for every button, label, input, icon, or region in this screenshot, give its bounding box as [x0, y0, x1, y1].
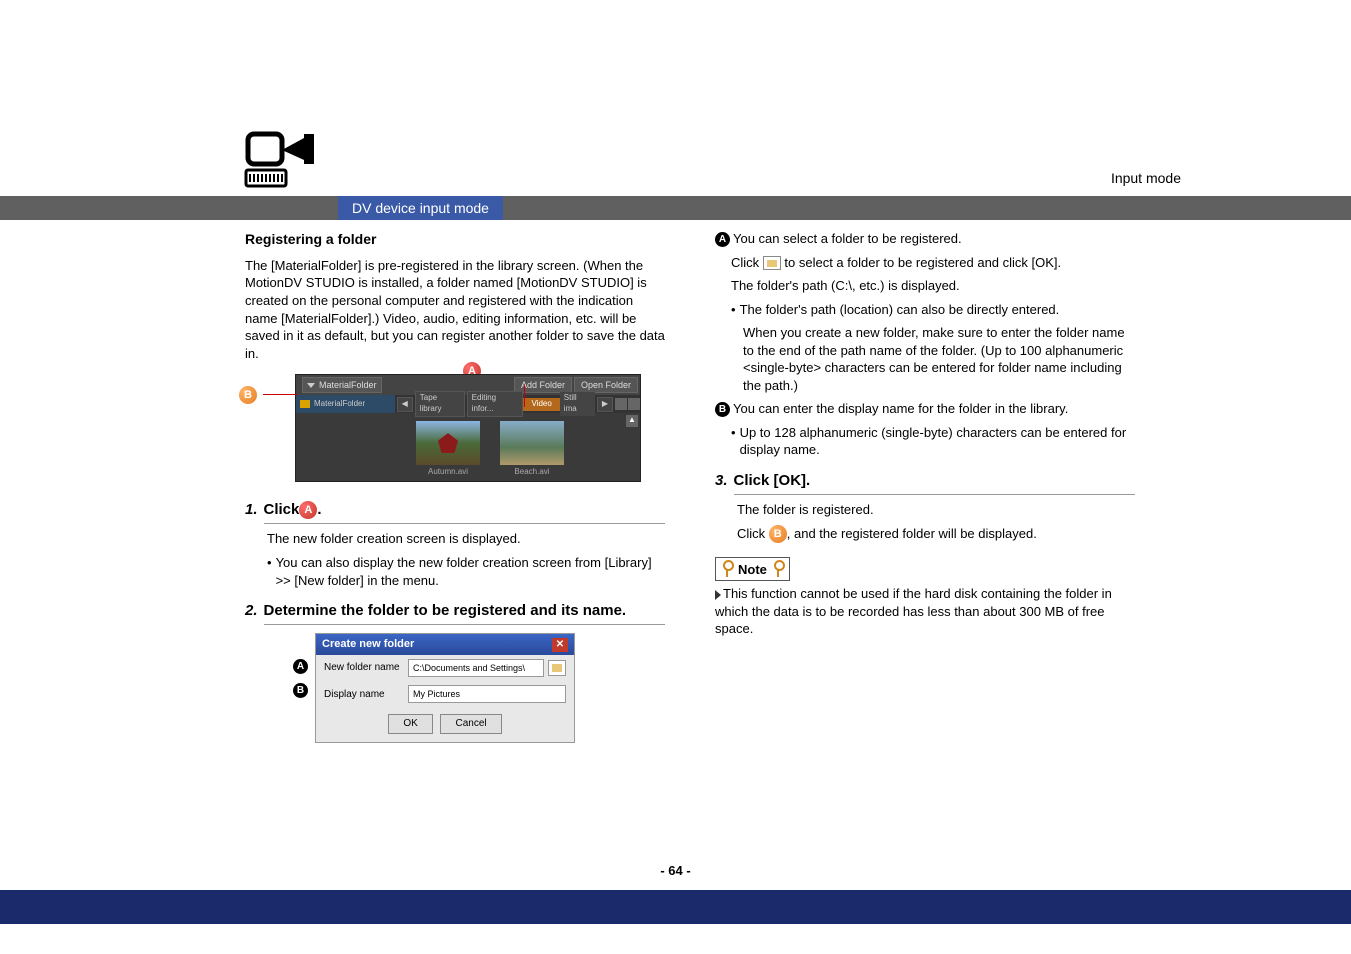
dialog-screenshot: A B Create new folder✕ New folder name C… [315, 633, 665, 743]
item-a-click: Click to select a folder to be registere… [731, 254, 1135, 272]
display-name-label: Display name [324, 688, 408, 702]
dialog-title-bar: Create new folder ✕ [316, 634, 574, 655]
thumbnail-caption: Beach.avi [500, 467, 564, 478]
tab-still-image[interactable]: Still ima [560, 392, 595, 416]
view-icon-2[interactable] [628, 398, 640, 410]
triangle-right-icon [715, 590, 721, 600]
step-3-desc: The folder is registered. [737, 501, 1135, 519]
browse-folder-button[interactable] [548, 660, 566, 676]
item-a: A You can select a folder to be register… [715, 230, 1135, 248]
step-2-label: Determine the folder to be registered an… [264, 601, 665, 625]
a-badge-icon: A [299, 501, 317, 519]
arrow-right-button[interactable]: ▶ [597, 397, 613, 412]
tab-tape-library[interactable]: Tape library [415, 391, 465, 417]
folder-icon [552, 664, 562, 672]
section-bar: DV device input mode [0, 196, 1351, 220]
step-3-label: Click [OK]. [734, 471, 1135, 495]
step-3: 3. Click [OK]. [715, 471, 1135, 495]
side-folder-label: MaterialFolder [314, 399, 365, 410]
step-number: 3. [715, 471, 728, 491]
dialog-marker-b-icon: B [293, 683, 308, 698]
page-number: - 64 - [660, 863, 690, 878]
cancel-button[interactable]: Cancel [440, 714, 501, 734]
footer-bar [0, 890, 1351, 924]
thumbnail-caption: Autumn.avi [416, 467, 480, 478]
note-label: Note [738, 561, 767, 579]
left-column: Registering a folder The [MaterialFolder… [245, 230, 665, 743]
step-1-label: Click [264, 500, 300, 520]
item-b: B You can enter the display name for the… [715, 400, 1135, 418]
marker-b-icon: B [239, 386, 257, 404]
intro-paragraph: The [MaterialFolder] is pre-registered i… [245, 257, 665, 362]
step-number: 1. [245, 500, 258, 520]
dv-camera-icon [244, 130, 328, 190]
folder-icon [763, 256, 781, 270]
item-a-path: The folder's path (C:\, etc.) is display… [731, 277, 1135, 295]
library-folder-dropdown[interactable]: MaterialFolder [302, 377, 382, 393]
page: Input mode DV device input mode Register… [0, 0, 1351, 954]
scroll-up-button[interactable]: ▲ [626, 415, 638, 427]
note-box: Note [715, 557, 790, 581]
step-3-click: Click B, and the registered folder will … [737, 525, 1135, 544]
arrow-left-button[interactable]: ◀ [397, 397, 413, 412]
item-b-text: You can enter the display name for the f… [733, 400, 1135, 418]
b-badge-icon: B [769, 525, 787, 543]
registering-heading: Registering a folder [245, 230, 665, 249]
tab-editing-info[interactable]: Editing infor... [467, 391, 524, 417]
item-b-bullet: •Up to 128 alphanumeric (single-byte) ch… [731, 424, 1135, 459]
close-icon[interactable]: ✕ [552, 638, 568, 652]
thumbnail-item[interactable]: Autumn.avi [416, 421, 480, 478]
a-badge-icon: A [715, 232, 730, 247]
step-2: 2. Determine the folder to be registered… [245, 601, 665, 625]
step-1-bullet: •You can also display the new folder cre… [267, 554, 665, 589]
pin-icon [771, 560, 785, 578]
pin-icon [720, 560, 734, 578]
new-folder-name-label: New folder name [324, 661, 408, 675]
item-a-bullet-cont: When you create a new folder, make sure … [743, 324, 1135, 394]
b-badge-icon: B [715, 402, 730, 417]
folder-icon [300, 400, 310, 408]
dialog-title-text: Create new folder [322, 637, 414, 652]
section-title: DV device input mode [338, 196, 503, 220]
display-name-input[interactable]: My Pictures [408, 685, 566, 703]
thumbnail-image [416, 421, 480, 465]
note-text: This function cannot be used if the hard… [715, 585, 1135, 638]
new-folder-name-input[interactable]: C:\Documents and Settings\ [408, 659, 544, 677]
library-screenshot: A B MaterialFolder Add Folder Open Folde… [245, 374, 665, 482]
step-1: 1. Click A. [245, 500, 665, 524]
thumbnail-image [500, 421, 564, 465]
step-1-suffix: . [317, 500, 321, 520]
thumbnail-item[interactable]: Beach.avi [500, 421, 564, 478]
right-column: A You can select a folder to be register… [715, 230, 1135, 743]
header-mode-label: Input mode [1111, 170, 1181, 186]
dropdown-value: MaterialFolder [319, 379, 377, 391]
library-side-folder[interactable]: MaterialFolder [296, 395, 395, 413]
step-number: 2. [245, 601, 258, 621]
tab-video[interactable]: Video [523, 398, 559, 411]
view-icon-1[interactable] [615, 398, 627, 410]
dialog-marker-a-icon: A [293, 659, 308, 674]
step-1-desc: The new folder creation screen is displa… [267, 530, 665, 548]
item-a-bullet: •The folder's path (location) can also b… [731, 301, 1135, 319]
open-folder-button[interactable]: Open Folder [574, 377, 638, 393]
ok-button[interactable]: OK [388, 714, 432, 734]
item-a-text: You can select a folder to be registered… [733, 230, 1135, 248]
